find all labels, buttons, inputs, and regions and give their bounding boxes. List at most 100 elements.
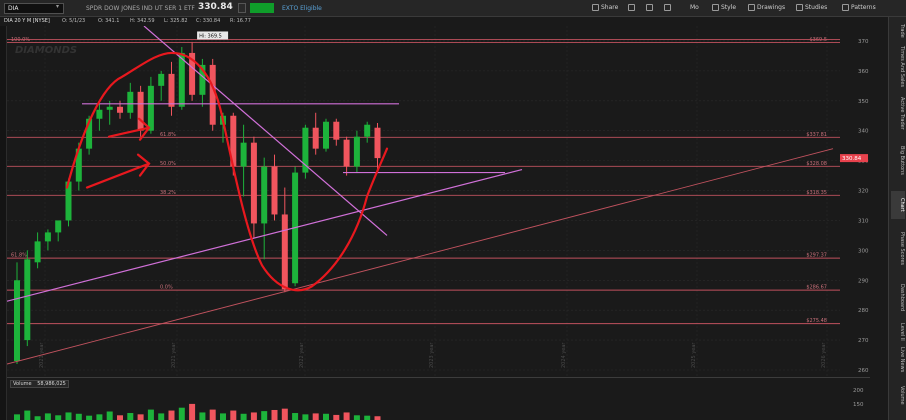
candle[interactable] — [127, 91, 134, 113]
x-tick-label: 2022 year — [299, 342, 305, 368]
volume-bar — [220, 413, 226, 420]
candle[interactable] — [353, 136, 360, 167]
candle[interactable] — [147, 85, 154, 131]
candle[interactable] — [323, 121, 329, 149]
volume-bar — [137, 414, 144, 420]
volume-bar — [302, 414, 309, 420]
volume-tick-label: 200 — [853, 388, 864, 394]
candle[interactable] — [250, 142, 257, 224]
instrument-description: SPDR DOW JONES IND UT SER 1 ETF — [86, 5, 195, 12]
candle[interactable] — [96, 109, 103, 119]
y-tick-label: 260 — [858, 368, 869, 374]
candle[interactable] — [168, 73, 175, 107]
candle[interactable] — [106, 106, 113, 110]
candle[interactable] — [117, 106, 123, 113]
close-value: C: 330.84 — [196, 18, 221, 24]
flask-icon[interactable] — [646, 4, 653, 11]
fib-price-label: $328.08 — [806, 161, 827, 167]
volume-bar — [34, 416, 41, 420]
volume-chart: 200 150 — [14, 388, 864, 420]
style-button[interactable]: Style — [712, 4, 736, 11]
watermark-text: DIAMONDS — [15, 45, 77, 56]
volume-bar — [323, 413, 329, 420]
x-tick-label: 2026 year — [821, 342, 827, 368]
sidebar-tab-volume[interactable]: Volume — [891, 375, 905, 415]
sidebar-tab-level-ii[interactable]: Level II — [891, 321, 905, 343]
volume-bar — [117, 415, 123, 420]
last-price: 330.84 — [198, 2, 233, 12]
y-tick-label: 370 — [858, 39, 869, 45]
timeframe-button[interactable]: Mo — [690, 4, 699, 11]
candle[interactable] — [34, 241, 41, 263]
sidebar-tab-dashboard[interactable]: Dashboard — [891, 279, 905, 317]
sidebar-tab-live-news[interactable]: Live News — [891, 347, 905, 373]
flask-icon — [646, 4, 653, 11]
print-icon — [628, 4, 635, 11]
volume-bar — [353, 415, 360, 420]
volume-label: Volume 58,986,025 — [10, 380, 69, 388]
volume-bar — [333, 414, 340, 420]
sidebar-tab-phase-scores[interactable]: Phase Scores — [891, 223, 905, 275]
candle[interactable] — [343, 139, 350, 167]
print-icon[interactable] — [628, 4, 635, 11]
fib-price-label: $369.5 — [810, 37, 828, 43]
volume-bar — [189, 403, 196, 420]
price-chart[interactable]: 2021 year2021 year2022 year2023 year2024… — [7, 26, 840, 376]
volume-bar — [178, 407, 185, 420]
symbol-input[interactable]: DIA — [4, 3, 64, 14]
fib-level-label: 100.0% — [11, 37, 30, 43]
fib-price-label: $286.67 — [806, 285, 827, 291]
candle[interactable] — [14, 280, 20, 362]
candle[interactable] — [281, 214, 288, 290]
sidebar-tab-active-trader[interactable]: Active Trader — [891, 93, 905, 133]
candle[interactable] — [240, 142, 247, 167]
y-tick-label: 280 — [858, 308, 869, 314]
open-value: O: 341.1 — [98, 18, 120, 24]
candle[interactable] — [158, 73, 165, 86]
volume-bar — [209, 409, 216, 420]
candle[interactable] — [261, 166, 268, 224]
volume-bar — [199, 412, 206, 420]
toolbar: DIA ▾ SPDR DOW JONES IND UT SER 1 ETF 33… — [0, 0, 906, 17]
chart-symbol: DIA 20 Y M [NYSE] — [4, 18, 50, 24]
candle[interactable] — [333, 121, 340, 140]
sidebar-tab-big-buttons[interactable]: Big Buttons — [891, 137, 905, 183]
volume-bar — [261, 411, 268, 420]
current-price-label: 330.84 — [842, 156, 862, 162]
chevron-down-icon[interactable]: ▾ — [56, 3, 59, 10]
share-button[interactable]: Share — [592, 4, 618, 11]
fib-level-label: 61.8% — [11, 253, 27, 259]
candle[interactable] — [44, 232, 51, 242]
sidebar-tab-trade[interactable]: Trade — [891, 21, 905, 41]
price-axis: 260270280290300310320330340350360370330.… — [840, 26, 870, 376]
candle[interactable] — [374, 127, 381, 159]
candle[interactable] — [271, 166, 278, 215]
candle[interactable] — [209, 64, 216, 125]
volume-bar — [147, 409, 154, 420]
volume-bar — [24, 410, 31, 420]
candle[interactable] — [312, 127, 319, 149]
candle[interactable] — [55, 220, 62, 233]
candle[interactable] — [137, 91, 144, 131]
left-scroll-strip[interactable] — [0, 26, 7, 420]
grid-icon[interactable] — [664, 4, 671, 11]
pencil-icon — [748, 4, 755, 11]
volume-bar — [250, 412, 257, 420]
volume-panel: 200 150 Volume 58,986,025 — [7, 377, 870, 420]
patterns-icon — [842, 4, 849, 11]
sidebar-tab-chart[interactable]: Chart — [891, 191, 905, 219]
share-icon — [592, 4, 599, 11]
patterns-button[interactable]: Patterns — [842, 4, 876, 11]
volume-bar — [14, 414, 20, 420]
y-tick-label: 320 — [858, 189, 869, 195]
candle[interactable] — [364, 124, 371, 137]
volume-bar — [96, 414, 103, 420]
volume-bar — [65, 412, 72, 420]
volume-bar — [106, 411, 113, 420]
volume-bar — [374, 416, 381, 420]
sidebar-tab-times-and-sales[interactable]: Times And Sales — [891, 45, 905, 89]
studies-button[interactable]: Studies — [796, 4, 827, 11]
drawings-button[interactable]: Drawings — [748, 4, 785, 11]
candle[interactable] — [24, 259, 31, 341]
volume-bar — [343, 412, 350, 420]
